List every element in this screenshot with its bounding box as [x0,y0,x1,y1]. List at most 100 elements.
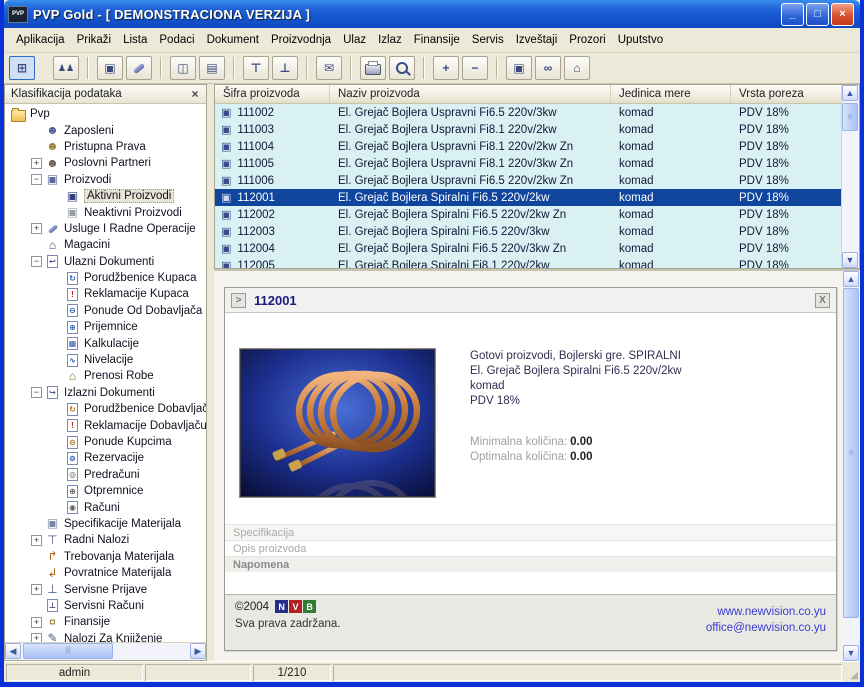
products-button[interactable]: ▣ [97,56,123,80]
expand-icon[interactable]: + [31,535,42,546]
website-link[interactable]: www.newvision.co.yu [706,604,826,620]
tree-item-label[interactable]: Trebovanja Materijala [64,551,174,563]
tree-item[interactable]: +▣Neaktivni Proizvodi [5,204,206,220]
menu-item-lista[interactable]: Lista [117,31,153,49]
work-orders-button[interactable]: ⊤ [243,56,269,80]
detail-expand-button[interactable]: > [231,293,246,308]
detail-section-napomena[interactable]: Napomena [225,556,836,572]
menu-item-ulaz[interactable]: Ulaz [337,31,372,49]
minimize-button[interactable]: _ [781,3,804,26]
table-row[interactable]: ▣112005El. Grejač Bojlera Spiralni Fi8.1… [215,257,841,268]
expand-icon[interactable]: + [31,633,42,642]
tree-item[interactable]: +∿Nivelacije [5,352,206,368]
tree-item[interactable]: +▦Kalkulacije [5,335,206,351]
expand-icon[interactable]: + [31,223,42,234]
table-vertical-scrollbar[interactable]: ▲ ▼ [841,85,859,268]
tree-item[interactable]: +⊖Ponude Kupcima [5,434,206,450]
scroll-left-icon[interactable]: ◀ [5,643,21,659]
tree-item[interactable]: +◉Računi [5,499,206,515]
tree-item[interactable]: +⊥Servisni Računi [5,598,206,614]
tree-item-label[interactable]: Rezervacije [84,452,144,464]
table-row[interactable]: ▣111004El. Grejač Bojlera Uspravni Fi8.1… [215,138,841,155]
home-button[interactable]: ⌂ [564,56,590,80]
print-button[interactable] [360,56,386,80]
sidebar-close-icon[interactable]: × [188,87,202,101]
tree-item[interactable]: +☻Poslovni Partneri [5,155,206,171]
tree-item[interactable]: +↻Porudžbenice Kupaca [5,270,206,286]
menu-item-prozori[interactable]: Prozori [563,31,611,49]
tree-item-label[interactable]: Reklamacije Dobavljaču [84,420,206,432]
tree-item[interactable]: +⊤Radni Nalozi [5,532,206,548]
tree-item-label[interactable]: Izlazni Dokumenti [64,387,155,399]
column-header-3[interactable]: Jedinica mere [611,85,731,103]
tree-item-label[interactable]: Reklamacije Kupaca [84,288,189,300]
report-button[interactable]: ▤ [199,56,225,80]
tree-item[interactable]: +¤Finansije [5,614,206,630]
remove-button[interactable]: − [462,56,488,80]
tree-item-label[interactable]: Otpremnice [84,485,143,497]
tree-item[interactable]: +↲Povratnice Materijala [5,565,206,581]
fax-button[interactable]: ✉ [316,56,342,80]
tree-item[interactable]: +⌂Prenosi Robe [5,368,206,384]
tree-item-label[interactable]: Nalozi Za Knjiženje [64,633,162,642]
tree-item-label[interactable]: Magacini [64,239,110,251]
collapse-icon[interactable]: − [31,174,42,185]
tree-item-label[interactable]: Pvp [30,108,50,120]
add-button[interactable]: + [433,56,459,80]
tree-item[interactable]: +↻Porudžbenice Dobavljaču [5,401,206,417]
tree-horizontal-scrollbar[interactable]: ◀ ▶ [5,642,206,660]
menu-item-podaci[interactable]: Podaci [153,31,200,49]
tree-item-label[interactable]: Prijemnice [84,321,138,333]
tree-item-label[interactable]: Povratnice Materijala [64,567,171,579]
tree-item[interactable]: +✎Nalozi Za Knjiženje [5,631,206,643]
search-button[interactable]: ∞ [535,56,561,80]
table-row[interactable]: ▣111002El. Grejač Bojlera Uspravni Fi6.5… [215,104,841,121]
toggle-classification-button[interactable]: ⊞ [9,56,35,80]
scrollbar-thumb[interactable] [842,103,858,131]
email-link[interactable]: office@newvision.co.yu [706,620,826,636]
tree-item[interactable]: +⊚Rezervacije [5,450,206,466]
tree-item-label[interactable]: Poslovni Partneri [64,157,151,169]
menu-item-servis[interactable]: Servis [466,31,510,49]
service-tool-button[interactable]: ⊥ [272,56,298,80]
menu-item-prikaži[interactable]: Prikaži [71,31,118,49]
resize-grip[interactable]: ◢ [844,664,858,681]
column-header-1[interactable]: Šifra proizvoda [215,85,330,103]
menu-item-dokument[interactable]: Dokument [201,31,265,49]
tree-item[interactable]: +⌂Magacini [5,237,206,253]
tree-item[interactable]: +↱Trebovanja Materijala [5,549,206,565]
tree-item[interactable]: +⊕Prijemnice [5,319,206,335]
preview-button[interactable] [389,56,415,80]
tree-item-label[interactable]: Neaktivni Proizvodi [84,207,182,219]
stock-button[interactable]: ▣ [506,56,532,80]
scroll-up-icon[interactable]: ▲ [842,85,858,101]
tree-item[interactable]: + Usluge I Radne Operacije [5,221,206,237]
column-header-2[interactable]: Naziv proizvoda [330,85,611,103]
menu-item-finansije[interactable]: Finansije [408,31,466,49]
menu-item-uputstvo[interactable]: Uputstvo [612,31,669,49]
table-row[interactable]: ▣112001El. Grejač Bojlera Spiralni Fi6.5… [215,189,841,206]
tree-item[interactable]: Pvp [5,106,206,122]
expand-icon[interactable]: + [31,584,42,595]
tree-item[interactable]: +!Reklamacije Kupaca [5,286,206,302]
table-row[interactable]: ▣112002El. Grejač Bojlera Spiralni Fi6.5… [215,206,841,223]
detail-vertical-scrollbar[interactable]: ▲ ▼ [843,271,860,661]
tree-item[interactable]: +▣Specifikacije Materijala [5,516,206,532]
tree-item-label[interactable]: Servisne Prijave [64,584,147,596]
tree-item-label[interactable]: Finansije [64,616,110,628]
tree-item-label[interactable]: Porudžbenice Kupaca [84,272,197,284]
tree-item-label[interactable]: Usluge I Radne Operacije [64,223,196,235]
users-button[interactable]: ♟♟ [53,56,79,80]
tree-item-label[interactable]: Predračuni [84,469,140,481]
table-row[interactable]: ▣111006El. Grejač Bojlera Uspravni Fi6.5… [215,172,841,189]
tree-item-label[interactable]: Aktivni Proizvodi [84,189,174,203]
tree-item[interactable]: +☻Pristupna Prava [5,139,206,155]
tree-item-label[interactable]: Zaposleni [64,125,114,137]
collapse-icon[interactable]: − [31,387,42,398]
tree-item[interactable]: −▣Proizvodi [5,172,206,188]
scroll-right-icon[interactable]: ▶ [190,643,206,659]
scroll-up-icon[interactable]: ▲ [843,271,859,287]
tree-item-label[interactable]: Nivelacije [84,354,133,366]
column-header-4[interactable]: Vrsta poreza [731,85,841,103]
maximize-button[interactable]: □ [806,3,829,26]
